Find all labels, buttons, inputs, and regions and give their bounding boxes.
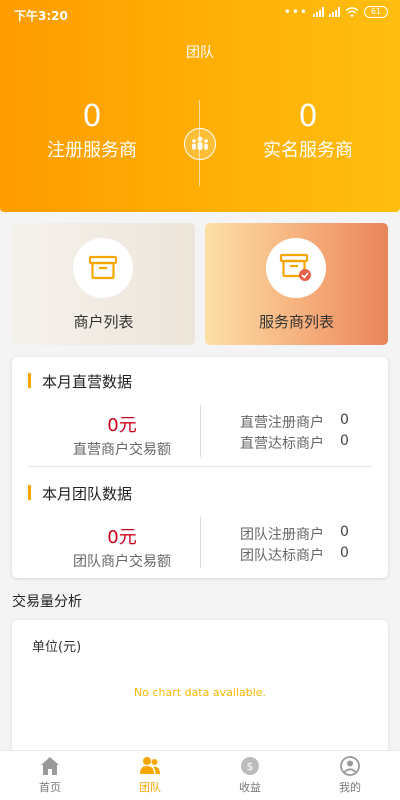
profile-icon (340, 756, 360, 776)
merchant-list-icon-circle (73, 238, 133, 298)
team-qualified-label: 团队达标商户 (240, 548, 324, 564)
tab-earnings[interactable]: $ 收益 (200, 751, 300, 800)
direct-divider (200, 405, 201, 457)
chart-empty-message: No chart data available. (134, 686, 266, 699)
team-qualified-row: 团队达标商户 0 (240, 545, 349, 565)
status-bar: 下午3:20 ••• 61 (0, 0, 400, 28)
team-registered-value: 0 (340, 524, 349, 540)
tab-home-label: 首页 (39, 781, 61, 794)
earnings-icon: $ (241, 757, 259, 775)
signal-icon-2 (329, 7, 340, 17)
tab-team[interactable]: 团队 (100, 751, 200, 800)
tab-earnings-label: 收益 (239, 781, 261, 794)
monthly-data-card: 本月直营数据 0元 直营商户交易额 直营注册商户 0 直营达标商户 0 本月团队… (12, 357, 388, 578)
team-amount-label: 团队商户交易额 (73, 554, 171, 570)
provider-list-icon-circle (266, 238, 326, 298)
wifi-icon (345, 7, 359, 17)
provider-list-label: 服务商列表 (258, 313, 334, 331)
analysis-title: 交易量分析 (12, 594, 82, 610)
team-icon (140, 757, 160, 774)
more-dots-icon: ••• (283, 5, 308, 19)
status-time: 下午3:20 (14, 9, 68, 23)
direct-registered-value: 0 (340, 412, 349, 428)
direct-qualified-value: 0 (340, 433, 349, 449)
home-icon (41, 757, 59, 775)
signal-icon (313, 7, 324, 17)
verified-providers-label: 实名服务商 (263, 140, 353, 161)
archive-box-icon (88, 255, 118, 280)
verified-providers-count: 0 (298, 99, 318, 134)
merchant-list-tile[interactable]: 商户列表 (12, 223, 195, 345)
registered-providers-label: 注册服务商 (47, 140, 137, 161)
status-icons: ••• 61 (284, 6, 388, 18)
page-title: 团队 (186, 45, 214, 61)
merchant-list-label: 商户列表 (73, 313, 134, 331)
direct-registered-label: 直营注册商户 (240, 415, 324, 431)
direct-qualified-row: 直营达标商户 0 (240, 433, 349, 453)
team-section-title: 本月团队数据 (28, 483, 132, 504)
section-divider (28, 466, 372, 467)
registered-providers-stat[interactable]: 0 注册服务商 (0, 100, 192, 162)
svg-text:$: $ (247, 760, 254, 773)
archive-check-icon (279, 253, 311, 281)
team-amount: 0元 (107, 527, 137, 548)
chart-unit-label: 单位(元) (32, 640, 82, 655)
direct-amount-block: 0元 直营商户交易额 (28, 411, 216, 459)
transaction-chart-card: 单位(元) No chart data available. (12, 620, 388, 760)
team-registered-row: 团队注册商户 0 (240, 524, 349, 544)
provider-list-tile[interactable]: 服务商列表 (205, 223, 388, 345)
team-divider (200, 516, 201, 568)
tab-profile-label: 我的 (339, 781, 361, 794)
tab-team-label: 团队 (139, 781, 161, 794)
team-amount-block: 0元 团队商户交易额 (28, 523, 216, 571)
direct-section-title: 本月直营数据 (28, 371, 132, 392)
battery-icon: 61 (364, 6, 388, 18)
registered-providers-count: 0 (82, 99, 102, 134)
team-registered-label: 团队注册商户 (240, 527, 324, 543)
direct-qualified-label: 直营达标商户 (240, 436, 324, 452)
team-qualified-value: 0 (340, 545, 349, 561)
verified-providers-stat[interactable]: 0 实名服务商 (208, 100, 400, 162)
tab-profile[interactable]: 我的 (300, 751, 400, 800)
header-banner: 下午3:20 ••• 61 团队 0 注册服务商 0 实名服务商 (0, 0, 400, 212)
direct-registered-row: 直营注册商户 0 (240, 412, 349, 432)
direct-amount: 0元 (107, 415, 137, 436)
bottom-tab-bar: 首页 团队 $ 收益 我的 (0, 750, 400, 800)
tab-home[interactable]: 首页 (0, 751, 100, 800)
direct-amount-label: 直营商户交易额 (73, 442, 171, 458)
